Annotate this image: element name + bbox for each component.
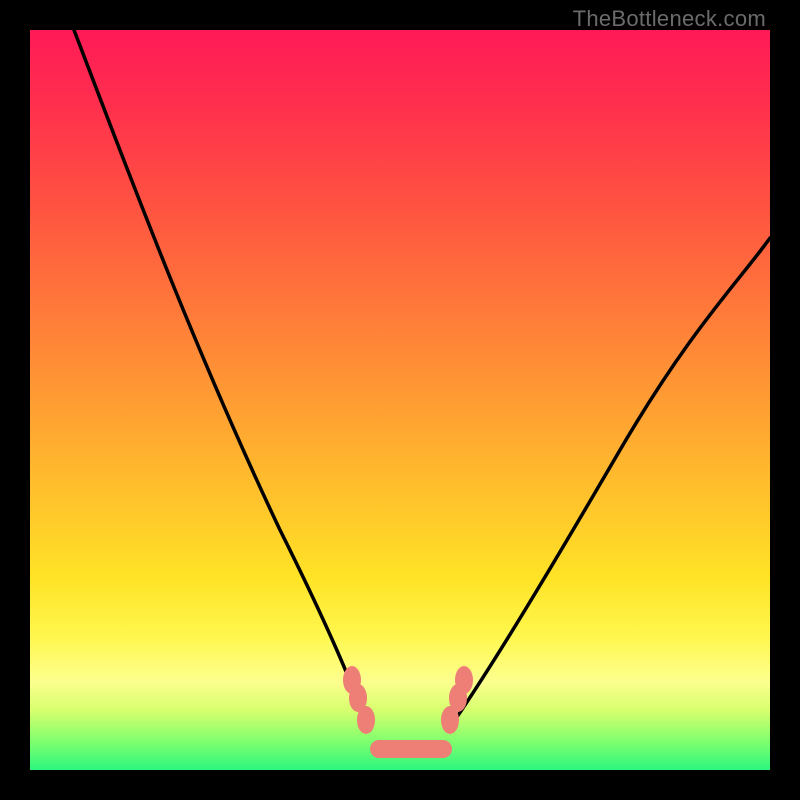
left-curve bbox=[74, 30, 370, 730]
plot-area bbox=[30, 30, 770, 770]
trough-markers bbox=[343, 666, 473, 758]
chart-frame: TheBottleneck.com bbox=[0, 0, 800, 800]
watermark-text: TheBottleneck.com bbox=[573, 6, 766, 32]
curve-layer bbox=[30, 30, 770, 770]
right-curve bbox=[448, 238, 770, 730]
